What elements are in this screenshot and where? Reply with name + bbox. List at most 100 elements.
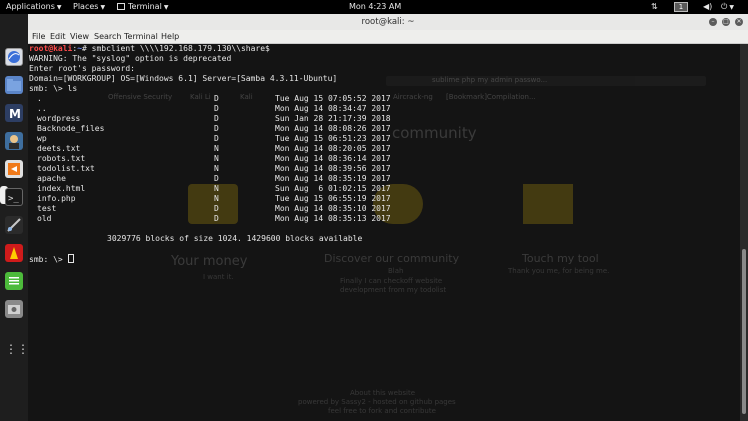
menu-terminal[interactable]: Terminal: [124, 30, 158, 43]
ghost-chart-icon: [523, 184, 573, 224]
file-name: old: [37, 214, 52, 223]
ghost-heading: community: [392, 124, 477, 142]
file-entry-row: index.htmlN36072Sun Aug 6 01:02:15 2017: [29, 184, 391, 194]
file-entry-row: robots.txtN92Mon Aug 14 08:36:14 2017: [29, 154, 391, 164]
armitage-icon[interactable]: [5, 132, 23, 150]
places-label: Places: [73, 2, 99, 11]
dock: M >_ ⋮⋮⋮: [0, 14, 41, 421]
chevron-down-icon: ▼: [100, 4, 106, 11]
menu-bar: File Edit View Search Terminal Help: [28, 30, 748, 44]
file-attr: N: [214, 144, 219, 153]
file-entry-row: todolist.txtN79Mon Aug 14 08:39:56 2017: [29, 164, 391, 174]
file-date: Sun Aug 6 01:02:15 2017: [275, 184, 391, 193]
file-date: Tue Aug 15 07:05:52 2017: [275, 94, 391, 103]
file-listing: .D0Tue Aug 15 07:05:52 2017..D0Mon Aug 1…: [29, 94, 391, 224]
chevron-down-icon: ▼: [56, 4, 62, 11]
file-name: apache: [37, 174, 66, 183]
file-name: wordpress: [37, 114, 81, 123]
file-attr: D: [214, 114, 219, 123]
screenshot-icon[interactable]: [5, 300, 23, 318]
terminal-app-menu[interactable]: Terminal ▼: [117, 0, 168, 15]
faraday-icon[interactable]: [5, 244, 23, 262]
volume-icon[interactable]: ◀): [703, 0, 712, 14]
file-entry-row: .D0Tue Aug 15 07:05:52 2017: [29, 94, 391, 104]
burpsuite-icon[interactable]: [5, 160, 23, 178]
file-entry-row: deets.txtN139Mon Aug 14 08:20:05 2017: [29, 144, 391, 154]
title-bar[interactable]: root@kali: ~ – □ ✕: [28, 14, 748, 30]
file-name: wp: [37, 134, 47, 143]
svg-text:M: M: [9, 107, 21, 121]
ghost-col3-sub: Thank you me, for being me.: [508, 267, 610, 275]
show-apps-icon[interactable]: ⋮⋮⋮: [5, 340, 41, 358]
svg-text:>_: >_: [8, 194, 19, 204]
workspace-indicator[interactable]: 1: [674, 2, 688, 12]
file-name: robots.txt: [37, 154, 86, 163]
metasploit-icon[interactable]: M: [5, 104, 23, 122]
file-entry-row: Backnode_filesD0Mon Aug 14 08:08:26 2017: [29, 124, 391, 134]
terminal-dock-icon[interactable]: >_: [5, 188, 23, 206]
terminal-app-label: Terminal: [128, 2, 162, 11]
file-attr: N: [214, 194, 219, 203]
menu-edit[interactable]: Edit: [50, 30, 66, 43]
terminal-window: root@kali: ~ – □ ✕ File Edit View Search…: [28, 14, 748, 421]
smb-prompt: smb: \>: [29, 255, 68, 264]
files-icon[interactable]: [5, 76, 23, 94]
notes-icon[interactable]: [5, 272, 23, 290]
menu-file[interactable]: File: [32, 30, 45, 43]
file-entry-row: oldD0Mon Aug 14 08:35:13 2017: [29, 214, 391, 224]
minimize-button[interactable]: –: [709, 18, 717, 26]
file-attr: N: [214, 154, 219, 163]
file-date: Mon Aug 14 08:35:19 2017: [275, 174, 391, 183]
file-entry-row: wpD0Tue Aug 15 06:51:23 2017: [29, 134, 391, 144]
network-icon[interactable]: ⇅: [651, 0, 658, 14]
file-entry-row: apacheD0Mon Aug 14 08:35:19 2017: [29, 174, 391, 184]
file-name: Backnode_files: [37, 124, 105, 133]
file-attr: N: [214, 184, 219, 193]
final-prompt-line: smb: \>: [29, 254, 362, 264]
file-date: Mon Aug 14 08:35:13 2017: [275, 214, 391, 223]
power-icon[interactable]: ⏻ ▼: [721, 0, 734, 15]
ghost-bookmark-5: [Bookmark]Compilation...: [446, 93, 536, 101]
file-attr: D: [214, 104, 219, 113]
menu-search[interactable]: Search: [94, 30, 121, 43]
ls-command: ls: [67, 84, 78, 93]
prompt-end: #: [82, 44, 92, 53]
menu-view[interactable]: View: [70, 30, 89, 43]
ghost-col3-title: Touch my tool: [522, 252, 599, 265]
file-attr: D: [214, 94, 219, 103]
maltego-icon[interactable]: [5, 216, 23, 234]
terminal-body[interactable]: sublime php my admin passwo... Offensive…: [28, 44, 740, 421]
ghost-footer-1: About this website: [350, 389, 416, 397]
top-bar: Applications ▼ Places ▼ Terminal ▼ Mon 4:23…: [0, 0, 748, 14]
file-name: index.html: [37, 184, 86, 193]
file-entry-row: testD0Mon Aug 14 08:35:10 2017: [29, 204, 391, 214]
maximize-button[interactable]: □: [722, 18, 730, 26]
command-text: smbclient \\\\192.168.179.130\\share$: [91, 44, 270, 53]
ghost-footer-3: feel free to fork and contribute: [328, 407, 436, 415]
browser-icon[interactable]: [5, 48, 23, 66]
ghost-search: sublime php my admin passwo...: [432, 76, 548, 84]
menu-help[interactable]: Help: [161, 30, 179, 43]
close-button[interactable]: ✕: [735, 18, 743, 26]
file-date: Tue Aug 15 06:55:19 2017: [275, 194, 391, 203]
smb-prompt: smb: \>: [29, 84, 68, 93]
blocks-line: 3029776 blocks of size 1024. 1429600 blo…: [107, 234, 363, 243]
scrollbar-thumb[interactable]: [742, 249, 746, 414]
file-date: Mon Aug 14 08:20:05 2017: [275, 144, 391, 153]
file-entry-row: info.phpN20Tue Aug 15 06:55:19 2017: [29, 194, 391, 204]
command-line: root@kali:~# smbclient \\\\192.168.179.1…: [29, 44, 362, 54]
file-name: ..: [37, 104, 47, 113]
terminal-output: root@kali:~# smbclient \\\\192.168.179.1…: [29, 44, 391, 264]
file-entry-row: wordpressD0Sun Jan 28 21:17:39 2018: [29, 114, 391, 124]
ghost-col2-sub3: development from my todolist: [340, 286, 447, 294]
file-date: Mon Aug 14 08:34:47 2017: [275, 104, 391, 113]
file-date: Mon Aug 14 08:39:56 2017: [275, 164, 391, 173]
applications-label: Applications: [6, 2, 55, 11]
places-menu[interactable]: Places ▼: [73, 0, 105, 15]
file-date: Mon Aug 14 08:35:10 2017: [275, 204, 391, 213]
file-attr: N: [214, 164, 219, 173]
scrollbar[interactable]: [740, 44, 748, 421]
ls-line: smb: \> ls: [29, 84, 362, 94]
clock[interactable]: Mon 4:23 AM: [349, 0, 401, 14]
applications-menu[interactable]: Applications ▼: [6, 0, 62, 15]
